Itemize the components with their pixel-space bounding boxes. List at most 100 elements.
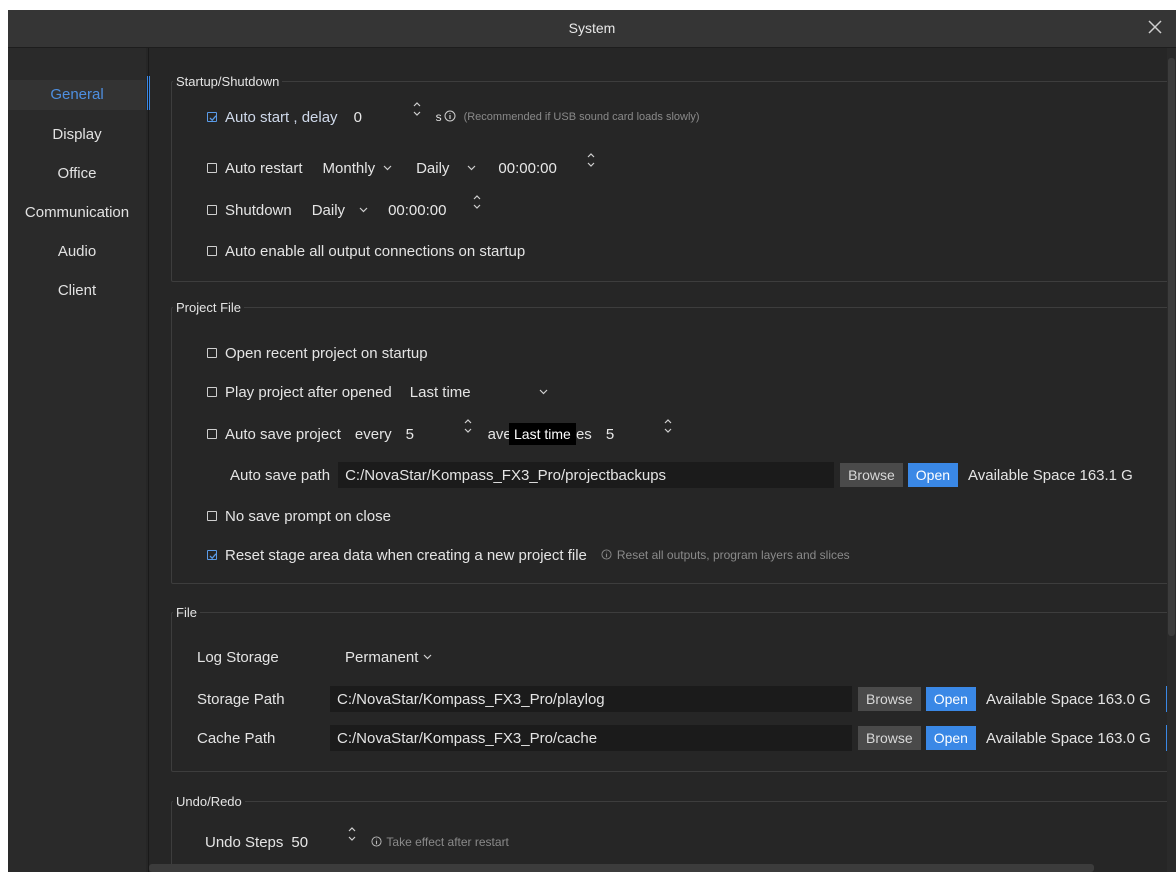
spinner-arrows-icon[interactable] <box>463 416 473 436</box>
shutdown-checkbox[interactable] <box>207 205 217 215</box>
undo-steps-value: 50 <box>291 833 309 851</box>
reset-stage-checkbox[interactable] <box>207 550 217 560</box>
reset-stage-label: Reset stage area data when creating a ne… <box>225 546 587 564</box>
auto-enable-label: Auto enable all output connections on st… <box>225 242 526 260</box>
log-storage-dropdown[interactable]: Permanent <box>345 649 432 666</box>
chevron-down-icon <box>423 654 432 660</box>
shutdown-period-dropdown[interactable]: Daily <box>312 202 368 219</box>
auto-restart-period-dropdown[interactable]: Monthly <box>323 160 393 177</box>
vertical-scrollbar-thumb[interactable] <box>1168 58 1175 636</box>
auto-save-checkbox[interactable] <box>207 429 217 439</box>
auto-restart-day-value: Daily <box>416 159 450 177</box>
auto-start-checkbox[interactable] <box>207 112 217 122</box>
auto-restart-checkbox[interactable] <box>207 163 217 173</box>
undo-steps-label: Undo Steps <box>205 833 284 851</box>
storage-path-field[interactable]: C:/NovaStar/Kompass_FX3_Pro/playlog <box>330 686 852 712</box>
dialog-title: System <box>568 20 616 36</box>
shutdown-row: Shutdown Daily 00:00:00 <box>207 194 494 223</box>
storage-path-row: Storage Path C:/NovaStar/Kompass_FX3_Pro… <box>197 686 1151 712</box>
play-after-label: Play project after opened <box>225 383 392 401</box>
auto-save-interval-spinner[interactable]: 5 <box>405 418 486 443</box>
no-prompt-row: No save prompt on close <box>207 503 391 529</box>
project-file-legend: Project File <box>176 300 242 315</box>
spinner-arrows-icon[interactable] <box>412 99 422 119</box>
log-storage-value: Permanent <box>345 648 419 666</box>
auto-restart-period-value: Monthly <box>322 159 376 177</box>
auto-restart-row: Auto restart Monthly Daily 00:00:00 <box>207 152 604 181</box>
shutdown-time-value: 00:00:00 <box>388 201 447 219</box>
sidebar-item-general[interactable]: General <box>8 76 150 110</box>
spinner-arrows-icon[interactable] <box>472 192 482 212</box>
auto-enable-checkbox[interactable] <box>207 246 217 256</box>
auto-save-max-value: 5 <box>605 425 615 443</box>
delay-unit: s <box>435 110 442 124</box>
sidebar-item-communication[interactable]: Communication <box>8 198 146 228</box>
cache-path-field[interactable]: C:/NovaStar/Kompass_FX3_Pro/cache <box>330 725 852 751</box>
play-after-mode-value: Last time <box>409 383 471 401</box>
open-recent-label: Open recent project on startup <box>225 344 428 362</box>
auto-save-label: Auto save project <box>225 425 341 443</box>
play-after-mode-dropdown[interactable]: Last time <box>410 384 560 401</box>
auto-save-row: Auto save project every 5 ave, max saves… <box>207 418 676 447</box>
play-after-row: Play project after opened Last time <box>207 379 560 405</box>
cache-open-button[interactable]: Open <box>925 726 976 750</box>
sidebar-item-display[interactable]: Display <box>8 120 146 150</box>
horizontal-scrollbar[interactable] <box>149 864 1094 872</box>
shutdown-time-spinner[interactable]: 00:00:00 <box>388 194 494 219</box>
chevron-down-icon <box>359 207 368 213</box>
undo-redo-legend: Undo/Redo <box>176 794 242 809</box>
cache-available-space: Available Space 163.0 G <box>985 729 1151 747</box>
info-icon <box>444 109 456 126</box>
title-bar[interactable]: System <box>8 10 1176 48</box>
auto-save-path-row: Auto save path C:/NovaStar/Kompass_FX3_P… <box>230 462 1133 488</box>
auto-save-max-spinner[interactable]: 5 <box>605 418 676 443</box>
spinner-arrows-icon[interactable] <box>586 150 596 170</box>
auto-start-delay-spinner[interactable]: 0 <box>353 101 428 126</box>
play-after-checkbox[interactable] <box>207 387 217 397</box>
reset-stage-hint: Reset all outputs, program layers and sl… <box>616 548 850 562</box>
storage-available-space: Available Space 163.0 G <box>985 690 1151 708</box>
chevron-down-icon <box>539 389 548 395</box>
auto-start-hint: (Recommended if USB sound card loads slo… <box>463 111 700 123</box>
auto-save-open-button[interactable]: Open <box>907 463 959 487</box>
auto-save-every-label: every <box>354 425 392 443</box>
open-recent-checkbox[interactable] <box>207 348 217 358</box>
sidebar-item-client[interactable]: Client <box>8 276 146 306</box>
cache-browse-button[interactable]: Browse <box>858 726 921 750</box>
spinner-arrows-icon[interactable] <box>347 824 357 844</box>
reset-stage-row: Reset stage area data when creating a ne… <box>207 542 850 568</box>
auto-save-browse-button[interactable]: Browse <box>840 463 903 487</box>
shutdown-period-value: Daily <box>311 201 346 219</box>
undo-steps-row: Undo Steps 50 Take effect after restart <box>205 826 509 855</box>
tooltip: Last time <box>509 423 576 445</box>
auto-save-path-field[interactable]: C:/NovaStar/Kompass_FX3_Pro/projectbacku… <box>338 462 835 488</box>
shutdown-label: Shutdown <box>225 201 292 219</box>
spinner-arrows-icon[interactable] <box>663 416 673 436</box>
auto-restart-day-dropdown[interactable]: Daily <box>416 160 476 177</box>
undo-steps-spinner[interactable]: 50 <box>291 826 363 851</box>
sidebar: General Display Office Communication Aud… <box>8 48 150 872</box>
auto-start-delay-value: 0 <box>353 108 362 126</box>
open-recent-row: Open recent project on startup <box>207 340 428 366</box>
chevron-down-icon <box>383 165 392 171</box>
startup-shutdown-legend: Startup/Shutdown <box>176 74 280 89</box>
close-icon[interactable] <box>1144 16 1166 38</box>
sidebar-item-audio[interactable]: Audio <box>8 237 146 267</box>
settings-content: Startup/Shutdown Auto start , delay 0 s … <box>149 48 1176 872</box>
storage-path-label: Storage Path <box>197 690 285 708</box>
system-dialog: System General Display Office Communicat… <box>8 10 1176 872</box>
info-icon <box>601 547 612 564</box>
no-prompt-checkbox[interactable] <box>207 511 217 521</box>
auto-save-available-space: Available Space 163.1 G <box>968 466 1133 484</box>
auto-start-row: Auto start , delay 0 s (Recommended if U… <box>207 101 700 130</box>
auto-save-interval-value: 5 <box>405 425 414 443</box>
sidebar-item-office[interactable]: Office <box>8 159 146 189</box>
auto-enable-row: Auto enable all output connections on st… <box>207 238 525 264</box>
cache-path-row: Cache Path C:/NovaStar/Kompass_FX3_Pro/c… <box>197 725 1151 751</box>
auto-restart-time-spinner[interactable]: 00:00:00 <box>498 152 604 177</box>
info-icon <box>371 834 382 851</box>
storage-browse-button[interactable]: Browse <box>858 687 921 711</box>
auto-save-path-label: Auto save path <box>230 466 331 484</box>
auto-start-label: Auto start , delay <box>225 108 338 126</box>
storage-open-button[interactable]: Open <box>925 687 976 711</box>
